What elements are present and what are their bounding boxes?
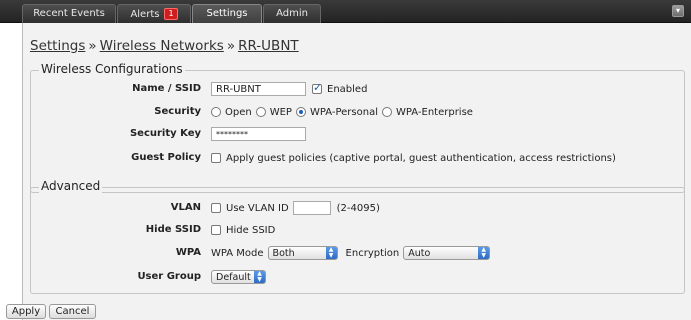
hide-ssid-text: Hide SSID — [226, 224, 276, 236]
security-open-label: Open — [225, 106, 252, 118]
hide-ssid-checkbox[interactable] — [211, 225, 221, 235]
select-arrows-icon: ▲ ▼ — [478, 247, 490, 259]
name-ssid-label: Name / SSID — [132, 83, 201, 94]
guest-policy-checkbox[interactable] — [211, 153, 221, 163]
wireless-config-legend: Wireless Configurations — [39, 62, 185, 76]
guest-policy-label: Guest Policy — [131, 152, 201, 163]
tab-admin[interactable]: Admin — [263, 4, 321, 23]
select-arrows-icon: ▲ ▼ — [325, 247, 337, 259]
enabled-checkbox[interactable] — [312, 81, 322, 94]
security-key-label: Security Key — [129, 128, 201, 139]
tab-label: Admin — [276, 8, 308, 19]
select-arrows-icon: ▲ ▼ — [254, 271, 265, 283]
encryption-select[interactable]: Auto ▲ ▼ — [403, 246, 491, 260]
security-open-radio[interactable] — [211, 107, 221, 117]
user-group-value: Default — [216, 271, 251, 283]
apply-button[interactable]: Apply — [6, 304, 46, 319]
cancel-button[interactable]: Cancel — [49, 304, 96, 319]
user-group-select[interactable]: Default ▲ ▼ — [211, 270, 266, 284]
advanced-legend: Advanced — [39, 179, 103, 193]
security-wep-radio[interactable] — [255, 107, 266, 117]
breadcrumb-separator: » — [88, 38, 97, 54]
settings-panel: Settings» Wireless Networks» RR-UBNT Wirel… — [22, 23, 691, 320]
breadcrumb-separator: » — [226, 38, 236, 54]
vlan-id-input[interactable] — [292, 201, 331, 215]
breadcrumb: Settings» Wireless Networks» RR-UBNT — [30, 38, 299, 54]
advanced-section: Advanced VLAN Use VLAN ID (2-4095) Hide … — [30, 179, 685, 294]
security-key-input[interactable] — [211, 127, 306, 141]
security-wpa-personal-label: WPA-Personal — [309, 106, 378, 118]
user-group-label: User Group — [137, 271, 201, 282]
tab-alerts[interactable]: Alerts 1 — [117, 4, 191, 23]
vlan-label: VLAN — [170, 202, 201, 213]
encryption-value: Auto — [408, 247, 431, 259]
top-nav-bar: Recent Events Alerts 1 Settings Admin ▾ — [0, 0, 691, 23]
hide-ssid-label: Hide SSID — [145, 224, 201, 235]
security-wpa-enterprise-label: WPA-Enterprise — [396, 106, 473, 118]
breadcrumb-wireless-link[interactable]: Wireless Networks — [100, 38, 224, 54]
tab-recent-events[interactable]: Recent Events — [22, 4, 116, 23]
encryption-label: Encryption — [345, 247, 400, 259]
breadcrumb-settings-link[interactable]: Settings — [30, 38, 85, 54]
breadcrumb-current-link[interactable]: RR-UBNT — [238, 38, 299, 54]
vlan-checkbox[interactable] — [211, 203, 221, 213]
enabled-label: Enabled — [327, 83, 368, 95]
alerts-count-badge: 1 — [164, 8, 178, 20]
wpa-label: WPA — [175, 247, 201, 258]
security-wpa-personal-radio[interactable] — [295, 107, 306, 117]
security-label: Security — [154, 106, 201, 117]
guest-policy-text: Apply guest policies (captive portal, gu… — [226, 152, 616, 164]
wpa-mode-label: WPA Mode — [211, 247, 264, 259]
wpa-mode-value: Both — [272, 247, 295, 259]
wireless-config-section: Wireless Configurations Name / SSID Enab… — [30, 62, 685, 193]
tab-settings[interactable]: Settings — [192, 4, 262, 23]
vlan-checkbox-text: Use VLAN ID — [226, 202, 289, 214]
collapse-chevron-icon[interactable]: ▾ — [672, 5, 684, 17]
ssid-input[interactable] — [211, 82, 306, 96]
security-wpa-enterprise-radio[interactable] — [382, 107, 392, 117]
tab-label: Alerts — [130, 9, 160, 20]
vlan-range-text: (2-4095) — [336, 202, 380, 214]
tab-label: Recent Events — [33, 8, 105, 19]
security-wep-label: WEP — [269, 106, 292, 118]
tab-label: Settings — [206, 8, 248, 19]
wpa-mode-select[interactable]: Both ▲ ▼ — [267, 246, 338, 260]
